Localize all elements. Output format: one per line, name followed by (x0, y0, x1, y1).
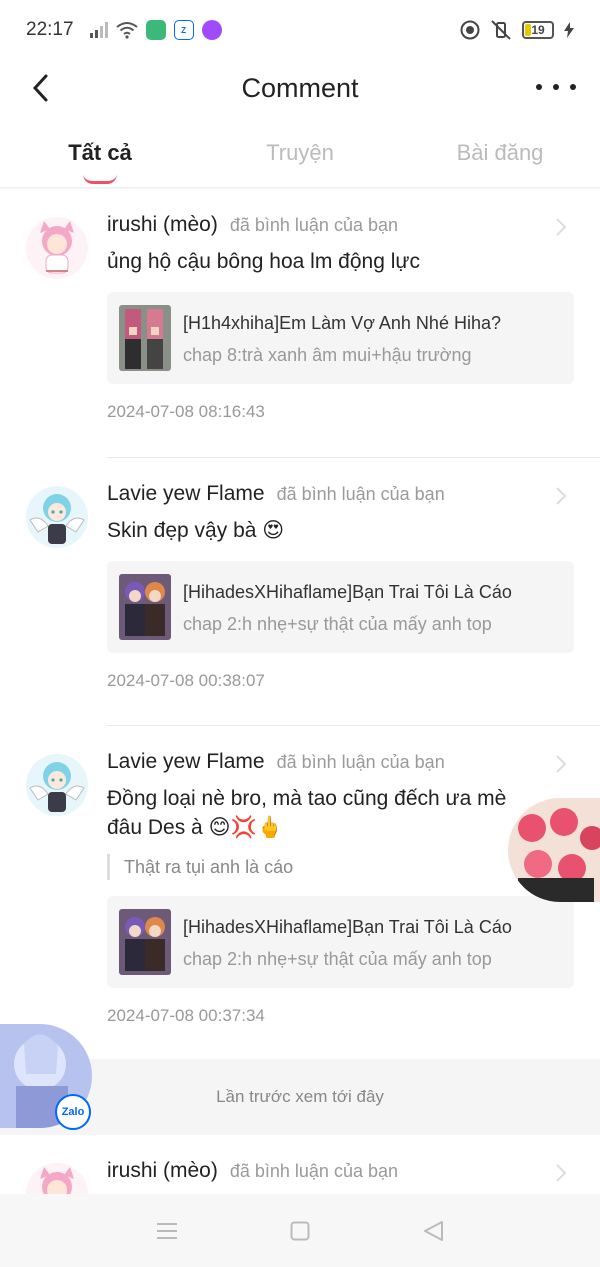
comment-item[interactable]: irushi (mèo) đã bình luận của bạn ủng hộ… (0, 189, 600, 457)
charging-icon (564, 22, 574, 38)
story-thumbnail (119, 305, 171, 371)
comment-item[interactable]: irushi (mèo) đã bình luận của bạn (0, 1135, 600, 1194)
tab-active-indicator (83, 174, 117, 184)
tab-all[interactable]: Tất cả (0, 116, 200, 187)
comment-timestamp: 2024-07-08 00:38:07 (107, 671, 265, 690)
status-time: 22:17 (26, 19, 74, 40)
tab-label: Tất cả (68, 140, 132, 165)
chevron-right-icon (556, 1164, 567, 1182)
story-title: [H1h4xhiha]Em Làm Vợ Anh Nhé Hiha? (183, 312, 501, 333)
action-text: đã bình luận của bạn (276, 484, 445, 504)
more-options-button[interactable] (536, 72, 576, 102)
system-back-button[interactable] (421, 1219, 445, 1243)
more-dot-icon (536, 84, 542, 90)
system-nav-bar (0, 1194, 600, 1267)
action-text: đã bình luận của bạn (229, 1161, 399, 1181)
signal-icon (89, 22, 108, 38)
chevron-right-icon (556, 755, 567, 773)
story-thumbnail (119, 909, 171, 975)
comment-timestamp: 2024-07-08 08:16:43 (107, 402, 265, 421)
more-dot-icon (570, 84, 576, 90)
square-icon (290, 1221, 310, 1240)
comment-item[interactable]: Lavie yew Flame đã bình luận của bạn Ski… (0, 458, 600, 725)
home-button[interactable] (288, 1219, 312, 1243)
comment-text-line: Đồng loại nè bro, mà tao cũng đếch ưa mè (107, 787, 507, 810)
story-card[interactable]: [H1h4xhiha]Em Làm Vợ Anh Nhé Hiha? chap … (107, 292, 574, 384)
battery-icon: 19 (522, 21, 554, 39)
user-name[interactable]: irushi (mèo) (107, 213, 218, 237)
zalo-badge: Zalo (55, 1094, 91, 1130)
triangle-back-icon (424, 1220, 444, 1241)
top-nav: Comment (0, 60, 600, 116)
action-text: đã bình luận của bạn (229, 215, 399, 235)
status-bar: 22:17 Z 19 (0, 0, 600, 60)
user-name[interactable]: Lavie yew Flame (107, 482, 265, 506)
back-arrow-icon (32, 74, 48, 102)
story-chapter: chap 2:h nhẹ+sự thật của mấy anh top (183, 948, 492, 969)
user-avatar[interactable] (26, 754, 88, 816)
zalo-icon: Z (173, 20, 194, 40)
user-avatar[interactable] (26, 217, 88, 279)
story-thumbnail (119, 574, 171, 640)
comment-item[interactable]: Lavie yew Flame đã bình luận của bạn Đồn… (0, 726, 600, 1059)
page-title: Comment (241, 72, 359, 103)
user-name[interactable]: Lavie yew Flame (107, 750, 265, 774)
story-title: [HihadesXHihaflame]Bạn Trai Tôi Là Cáo (183, 916, 512, 937)
story-title: [HihadesXHihaflame]Bạn Trai Tôi Là Cáo (183, 581, 512, 602)
wifi-icon (115, 22, 138, 39)
comment-text: Đồng loại nè bro, mà tao cũng đếch ưa mè… (107, 784, 547, 842)
silent-icon (491, 20, 511, 40)
tab-stories[interactable]: Truyện (200, 116, 400, 187)
battery-level: 19 (531, 23, 545, 37)
quoted-reply: Thật ra tụi anh là cáo (107, 854, 574, 880)
chevron-right-icon (556, 218, 567, 236)
user-avatar[interactable] (26, 486, 88, 548)
tab-posts[interactable]: Bài đăng (400, 116, 600, 187)
back-button[interactable] (22, 70, 58, 106)
user-avatar[interactable] (26, 1163, 88, 1194)
action-text: đã bình luận của bạn (276, 752, 445, 772)
tab-label: Truyện (266, 140, 334, 165)
story-chapter: chap 2:h nhẹ+sự thật của mấy anh top (183, 613, 492, 634)
comment-text-line: đâu Des à 😊💢🖕 (107, 816, 283, 839)
tab-bar: Tất cả Truyện Bài đăng (0, 116, 600, 188)
messenger-icon (201, 20, 222, 40)
story-chapter: chap 8:trà xanh âm mui+hậu trường (183, 344, 472, 365)
recent-apps-button[interactable] (155, 1219, 179, 1243)
comment-text: ủng hộ cậu bông hoa lm động lực (107, 250, 420, 273)
menu-icon (156, 1222, 177, 1239)
comment-text: Skin đẹp vậy bà 😍 (107, 519, 285, 542)
tab-label: Bài đăng (456, 140, 544, 165)
more-dot-icon (553, 84, 559, 90)
comment-feed[interactable]: irushi (mèo) đã bình luận của bạn ủng hộ… (0, 189, 600, 1194)
zalo-badge-label: Zalo (61, 1106, 85, 1118)
user-name[interactable]: irushi (mèo) (107, 1159, 218, 1183)
chevron-right-icon (556, 487, 567, 505)
story-card[interactable]: [HihadesXHihaflame]Bạn Trai Tôi Là Cáo c… (107, 896, 574, 988)
story-card[interactable]: [HihadesXHihaflame]Bạn Trai Tôi Là Cáo c… (107, 561, 574, 653)
comment-timestamp: 2024-07-08 00:37:34 (107, 1006, 265, 1025)
app-icon-green (145, 20, 166, 40)
focus-icon (460, 20, 480, 40)
